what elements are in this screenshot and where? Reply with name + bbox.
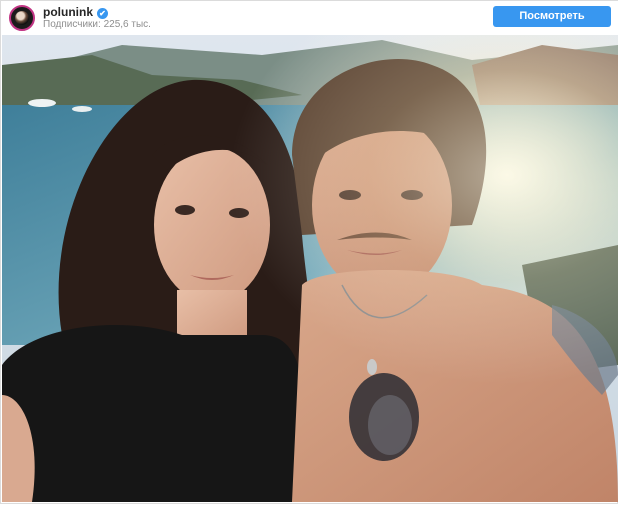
followers-count: Подписчики: 225,6 тыс. [43, 19, 151, 30]
post-header: polunink ✔ Подписчики: 225,6 тыс. Посмотр… [1, 1, 619, 43]
avatar[interactable] [9, 5, 35, 31]
selfie-photo[interactable] [2, 35, 618, 502]
photo-image [2, 35, 618, 502]
username-row[interactable]: polunink ✔ [43, 5, 108, 19]
verified-icon: ✔ [97, 8, 108, 19]
username[interactable]: polunink [43, 5, 93, 19]
avatar-image [15, 11, 29, 25]
instagram-embed: polunink ✔ Подписчики: 225,6 тыс. Посмотр… [0, 0, 619, 504]
view-profile-button[interactable]: Посмотреть профиль [493, 6, 611, 43]
